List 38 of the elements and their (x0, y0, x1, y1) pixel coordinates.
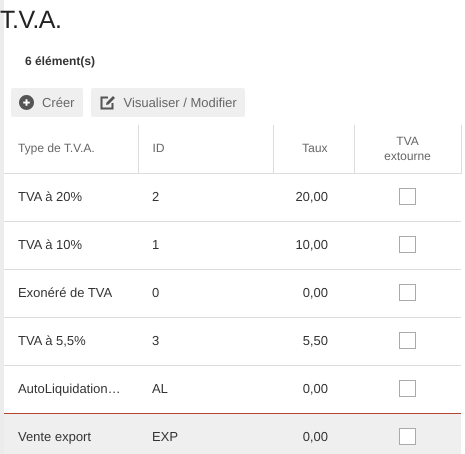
table-cell: 20,00 (295, 189, 328, 204)
table-row[interactable]: Exonéré de TVA 0 0,00 (4, 269, 461, 317)
table-cell: 3 (152, 333, 160, 348)
table-cell: EXP (152, 429, 178, 444)
table-cell: AL (152, 381, 168, 396)
checkbox[interactable] (399, 380, 416, 398)
item-count: 6 élément(s) (25, 53, 96, 70)
table-cell: 5,50 (302, 333, 328, 348)
table-cell: 0,00 (302, 429, 328, 444)
checkbox[interactable] (399, 428, 416, 446)
table-row[interactable]: TVA à 5,5% 3 5,50 (4, 317, 461, 365)
table-cell: 0,00 (302, 381, 328, 396)
checkbox[interactable] (399, 332, 416, 350)
edit-icon (98, 94, 116, 110)
table-cell: TVA à 5,5% (18, 333, 86, 348)
table-cell: 2 (152, 189, 160, 204)
table-cell: TVA à 10% (18, 237, 82, 252)
table-row[interactable]: TVA à 10% 1 10,00 (4, 221, 461, 269)
table-cell: 1 (152, 237, 160, 252)
column-header[interactable]: Taux (302, 141, 328, 156)
column-header[interactable]: TVA extourne (374, 134, 440, 164)
table-cell: 10,00 (295, 237, 328, 252)
checkbox[interactable] (399, 236, 416, 254)
plus-icon (19, 95, 34, 110)
create-button[interactable]: Créer (11, 88, 83, 117)
column-header[interactable]: Type de T.V.A. (18, 141, 95, 156)
table-cell: AutoLiquidation… (18, 381, 121, 396)
page-title: T.V.A. (0, 5, 62, 35)
checkbox[interactable] (399, 284, 416, 302)
table-cell: 0,00 (302, 285, 328, 300)
table-cell: TVA à 20% (18, 189, 82, 204)
table-cell: Exonéré de TVA (18, 285, 112, 300)
edit-button[interactable]: Visualiser / Modifier (90, 88, 245, 117)
table-cell: 0 (152, 285, 160, 300)
table-cell: Vente export (18, 429, 91, 444)
checkbox[interactable] (399, 188, 416, 206)
table-row[interactable]: TVA à 20% 2 20,00 (4, 173, 461, 221)
column-header[interactable]: ID (152, 141, 164, 156)
